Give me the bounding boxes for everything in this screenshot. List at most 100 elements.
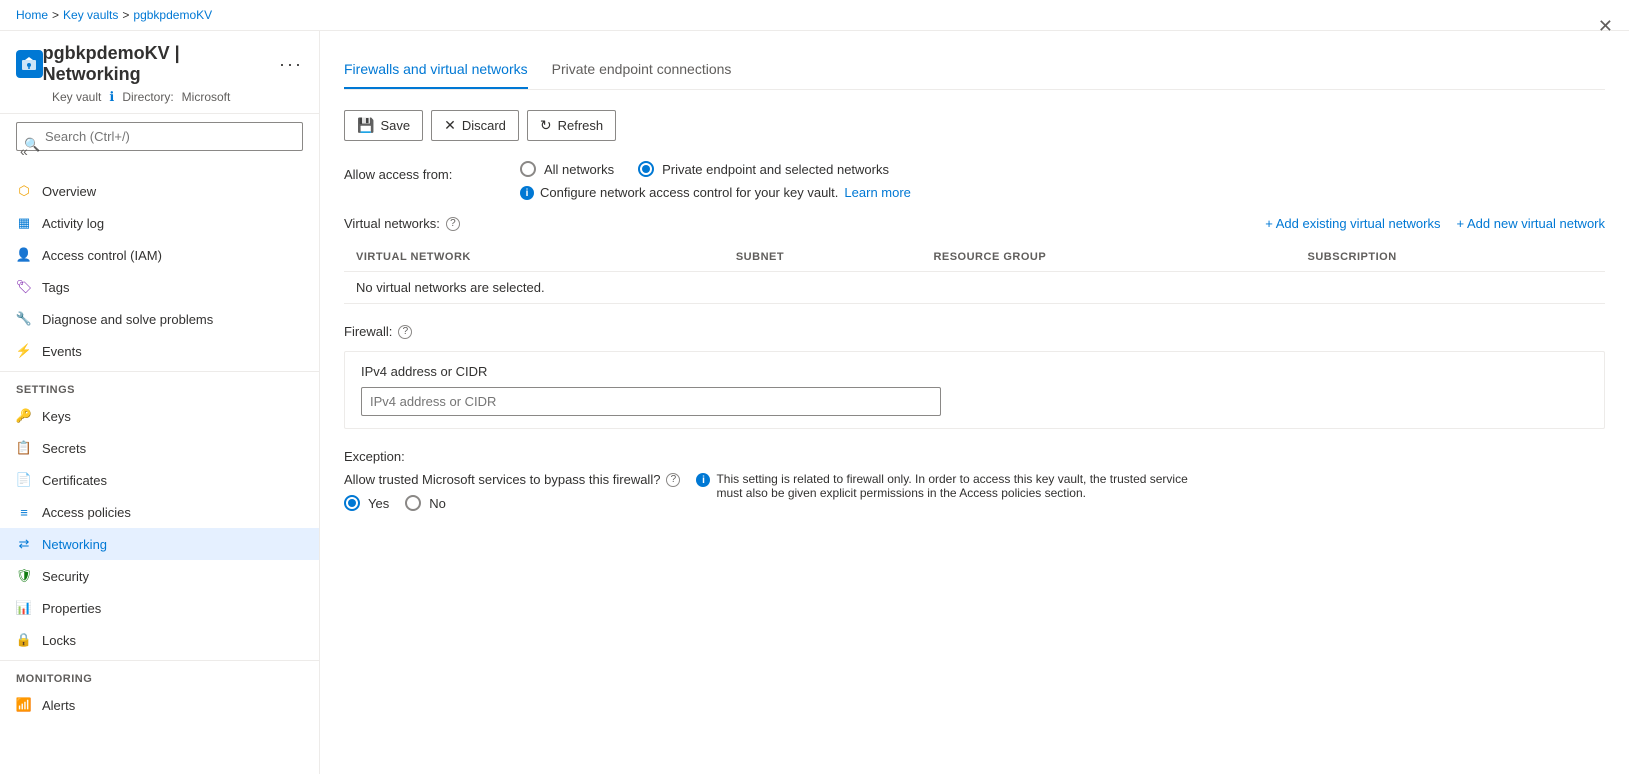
sidebar-item-diagnose[interactable]: 🔧 Diagnose and solve problems [0,303,319,335]
save-button[interactable]: 💾 Save [344,110,423,141]
sidebar-item-access-policies[interactable]: ≡ Access policies [0,496,319,528]
radio-private-endpoint-label: Private endpoint and selected networks [662,162,889,177]
activity-log-icon: ▦ [16,215,32,231]
iam-icon: 👤 [16,247,32,263]
sidebar-item-access-control[interactable]: 👤 Access control (IAM) [0,239,319,271]
virtual-networks-table: VIRTUAL NETWORK SUBNET RESOURCE GROUP SU… [344,243,1605,304]
alerts-icon: 📶 [16,697,32,713]
table-empty-row: No virtual networks are selected. [344,272,1605,304]
sidebar-item-label: Activity log [42,216,104,231]
radio-no-label: No [429,496,446,511]
sidebar-item-label: Access control (IAM) [42,248,162,263]
locks-icon: 🔒 [16,632,32,648]
info-icon: ℹ [109,89,114,105]
sidebar-item-label: Alerts [42,698,75,713]
radio-exception-yes[interactable]: Yes [344,495,389,511]
table-header-row: VIRTUAL NETWORK SUBNET RESOURCE GROUP SU… [344,243,1605,272]
search-input[interactable] [16,122,303,151]
firewall-help-icon[interactable]: ? [398,325,412,339]
radio-yes-label: Yes [368,496,389,511]
exception-info-icon: i [696,473,710,487]
security-icon: 🛡 [16,568,32,584]
resource-type: Key vault [52,90,101,104]
resource-header: pgbkpdemoKV | Networking ··· Key vault ℹ… [0,31,319,114]
virtual-networks-header: Virtual networks: ? + Add existing virtu… [344,216,1605,231]
settings-section-title: Settings [0,371,319,400]
sidebar-item-alerts[interactable]: 📶 Alerts [0,689,319,721]
networking-icon: ⇄ [16,536,32,552]
sidebar-item-label: Locks [42,633,76,648]
virtual-networks-actions: + Add existing virtual networks + Add ne… [1265,216,1605,231]
sidebar-item-label: Security [42,569,89,584]
exception-row: Allow trusted Microsoft services to bypa… [344,472,1605,511]
sidebar-nav: ⬡ Overview ▦ Activity log 👤 Access contr… [0,175,319,774]
sidebar-item-properties[interactable]: 📊 Properties [0,592,319,624]
firewall-label: Firewall: ? [344,324,1605,339]
sidebar-item-networking[interactable]: ⇄ Networking [0,528,319,560]
sidebar: pgbkpdemoKV | Networking ··· Key vault ℹ… [0,31,320,774]
radio-all-networks[interactable]: All networks [520,161,614,177]
radio-all-networks-circle [520,161,536,177]
exception-section: Exception: Allow trusted Microsoft servi… [344,449,1605,511]
tab-bar: Firewalls and virtual networks Private e… [344,51,1605,90]
sidebar-item-label: Overview [42,184,96,199]
sidebar-item-activity-log[interactable]: ▦ Activity log [0,207,319,239]
radio-all-networks-label: All networks [544,162,614,177]
access-info-row: i Configure network access control for y… [520,185,911,200]
main-content: ✕ Firewalls and virtual networks Private… [320,31,1629,774]
exception-info: i This setting is related to firewall on… [696,472,1196,500]
sidebar-item-label: Keys [42,409,71,424]
sidebar-item-tags[interactable]: 🏷 Tags [0,271,319,303]
sidebar-item-label: Access policies [42,505,131,520]
search-container: 🔍 « [16,122,303,167]
breadcrumb-resource[interactable]: pgbkpdemoKV [133,8,212,22]
directory-value: Microsoft [182,90,231,104]
ipv4-input[interactable] [361,387,941,416]
access-info-text: Configure network access control for you… [540,185,838,200]
virtual-networks-section: Virtual networks: ? + Add existing virtu… [344,216,1605,304]
sidebar-item-label: Certificates [42,473,107,488]
sidebar-item-label: Networking [42,537,107,552]
allow-access-row: Allow access from: All networks Private … [344,161,1605,200]
sidebar-item-events[interactable]: ⚡ Events [0,335,319,367]
exception-label: Exception: [344,449,1605,464]
virtual-networks-label: Virtual networks: ? [344,216,460,231]
more-options-button[interactable]: ··· [279,54,303,75]
allow-access-label: Allow access from: [344,161,504,182]
add-existing-vnet-link[interactable]: + Add existing virtual networks [1265,216,1440,231]
tags-icon: 🏷 [16,279,32,295]
col-subscription: SUBSCRIPTION [1296,243,1605,272]
info-icon: i [520,186,534,200]
tab-private-endpoint[interactable]: Private endpoint connections [552,51,732,89]
close-button[interactable]: ✕ [1598,31,1613,37]
collapse-sidebar-button[interactable]: « [20,143,28,159]
discard-icon: ✕ [444,117,456,134]
refresh-icon: ↻ [540,117,552,134]
sidebar-item-overview[interactable]: ⬡ Overview [0,175,319,207]
sidebar-item-security[interactable]: 🛡 Security [0,560,319,592]
radio-private-endpoint[interactable]: Private endpoint and selected networks [638,161,889,177]
virtual-networks-help-icon[interactable]: ? [446,217,460,231]
radio-exception-no[interactable]: No [405,495,446,511]
learn-more-link[interactable]: Learn more [844,185,910,200]
breadcrumb-home[interactable]: Home [16,8,48,22]
add-new-vnet-link[interactable]: + Add new virtual network [1457,216,1606,231]
tab-firewalls[interactable]: Firewalls and virtual networks [344,51,528,89]
exception-help-icon[interactable]: ? [666,473,680,487]
access-policies-icon: ≡ [16,504,32,520]
col-subnet: SUBNET [724,243,922,272]
breadcrumb-key-vaults[interactable]: Key vaults [63,8,118,22]
secrets-icon: 📋 [16,440,32,456]
breadcrumb: Home > Key vaults > pgbkpdemoKV [0,0,1629,31]
sidebar-item-certificates[interactable]: 📄 Certificates [0,464,319,496]
sidebar-item-locks[interactable]: 🔒 Locks [0,624,319,656]
sidebar-item-label: Properties [42,601,101,616]
resource-icon [16,50,43,78]
sidebar-item-secrets[interactable]: 📋 Secrets [0,432,319,464]
properties-icon: 📊 [16,600,32,616]
refresh-button[interactable]: ↻ Refresh [527,110,616,141]
discard-button[interactable]: ✕ Discard [431,110,519,141]
certificates-icon: 📄 [16,472,32,488]
sidebar-item-keys[interactable]: 🔑 Keys [0,400,319,432]
diagnose-icon: 🔧 [16,311,32,327]
